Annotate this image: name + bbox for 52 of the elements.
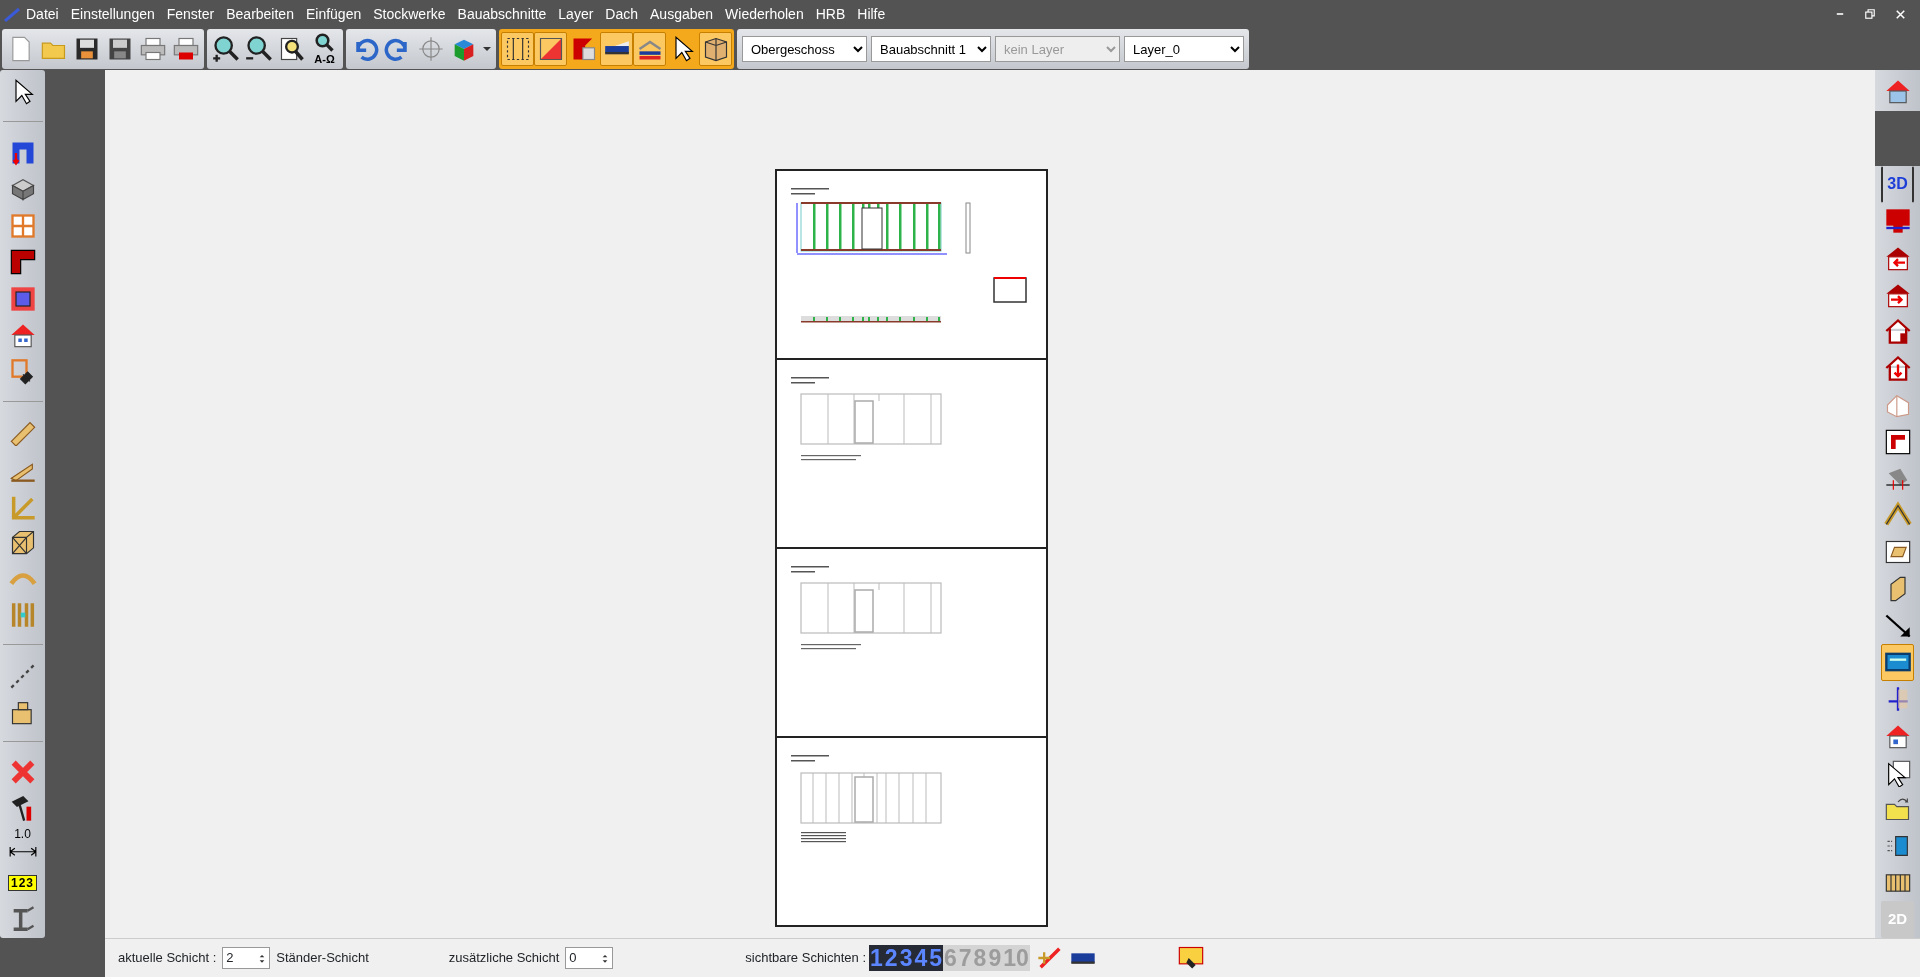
dropdown-field[interactable]: Obergeschoss <box>742 36 867 62</box>
field-label: sichtbare Schichten : <box>745 949 867 968</box>
corner-icon <box>8 248 37 277</box>
toolbar-button[interactable] <box>699 32 732 66</box>
dropdown-field[interactable]: Layer_0 <box>1124 36 1244 62</box>
arch-icon <box>8 571 37 586</box>
menu-item[interactable]: Einstellungen <box>64 3 161 25</box>
dimension-button[interactable]: 1.0 <box>6 827 39 865</box>
toolbar-button[interactable] <box>633 32 666 66</box>
panel-icon <box>1883 538 1912 566</box>
crosshair-icon <box>416 35 445 63</box>
menu-item[interactable]: Stockwerke <box>367 3 452 25</box>
layer-spinner-field[interactable]: 2 <box>222 947 271 969</box>
menu-item[interactable]: Layer <box>552 3 600 25</box>
zoom-out-icon <box>244 35 273 63</box>
menu-item[interactable]: Wiederholen <box>719 3 810 25</box>
window-minimize-icon <box>1836 13 1844 15</box>
layer-toggle[interactable]: 5 <box>928 945 943 971</box>
square-frame-icon <box>8 284 37 313</box>
layer-toggle[interactable]: 4 <box>913 945 929 971</box>
toolbar-button[interactable] <box>501 32 534 66</box>
menu-item[interactable]: Hilfe <box>851 3 892 25</box>
printer-icon <box>138 35 167 63</box>
toolbar-button[interactable] <box>1881 643 1914 681</box>
roof-plan-icon <box>1883 207 1912 236</box>
triangle-icon <box>483 47 491 51</box>
dropdown-field[interactable]: Bauabschnitt 1 <box>871 36 991 62</box>
menu-item[interactable]: Bauabschnitte <box>451 3 553 25</box>
menu-item[interactable]: HRB <box>809 3 852 25</box>
field-label: zusätzliche Schicht <box>448 949 560 968</box>
window-frame-icon <box>8 211 37 240</box>
menu-item[interactable]: Datei <box>20 3 65 25</box>
view-mode-button[interactable]: 3D <box>1881 165 1914 203</box>
ruler-button[interactable]: 123 <box>6 864 39 902</box>
menu-item[interactable]: Fenster <box>160 3 221 25</box>
house-down-arrow-icon <box>1883 354 1912 383</box>
layer-toggle[interactable]: 1 <box>869 945 884 971</box>
menu-item[interactable]: Einfügen <box>299 3 368 25</box>
app-logo-icon <box>4 6 20 22</box>
layer-spinner-field[interactable]: 0 <box>565 947 614 969</box>
menu-item[interactable]: Ausgaben <box>644 3 720 25</box>
field-label: aktuelle Schicht : <box>118 949 217 968</box>
corner-window-icon <box>1883 427 1912 456</box>
house-outline-icon <box>1883 317 1912 346</box>
menu-item[interactable]: Bearbeiten <box>220 3 300 25</box>
close-icon <box>1895 9 1905 19</box>
zoom-in-icon <box>211 35 240 63</box>
layer-name-label: Ständer-Schicht <box>276 949 369 968</box>
toolbar-button[interactable] <box>600 32 633 66</box>
menu-item[interactable]: Dach <box>599 3 645 25</box>
pdf-printer-icon <box>171 35 200 63</box>
window-restore-icon <box>1865 9 1875 19</box>
